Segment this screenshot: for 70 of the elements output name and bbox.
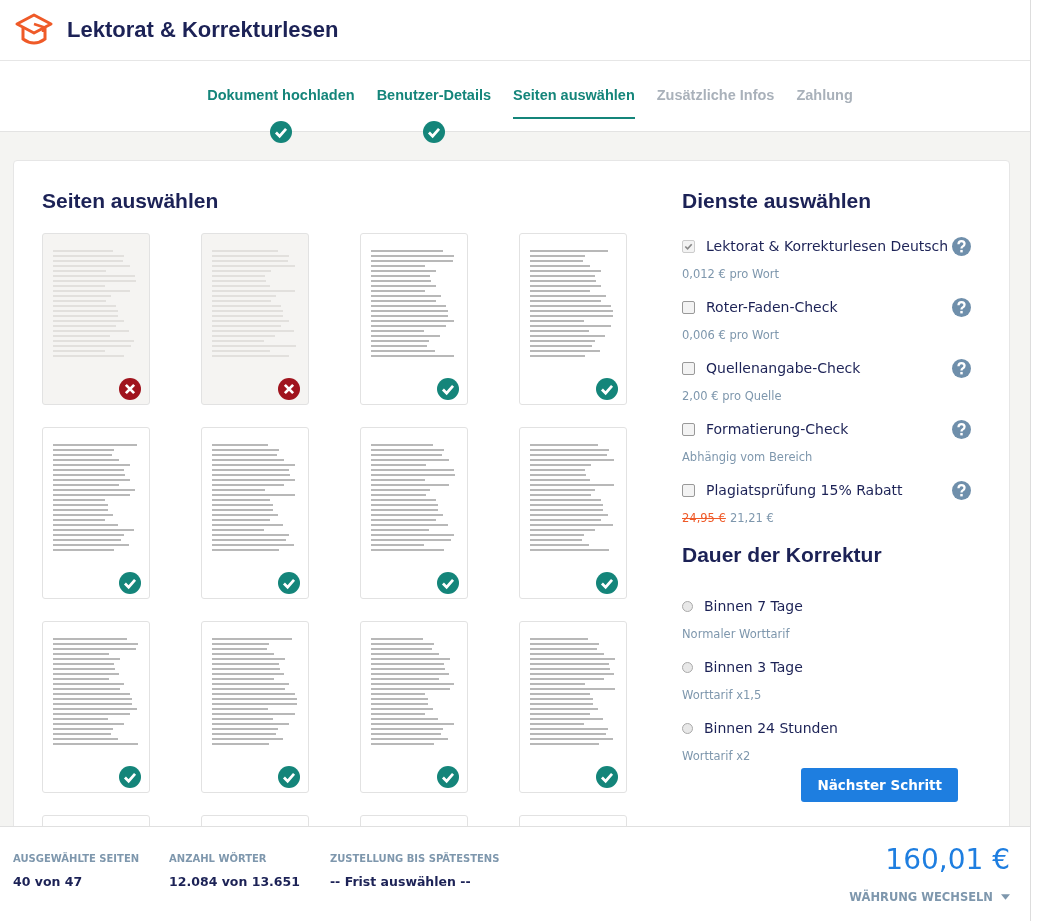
old-price: 24,95 € bbox=[682, 511, 726, 525]
price-text: 0,012 € pro Wort bbox=[682, 267, 779, 281]
stat-label: ANZAHL WÖRTER bbox=[169, 853, 268, 864]
stat-value: -- Frist auswählen -- bbox=[329, 874, 472, 889]
check-circle-icon bbox=[596, 572, 618, 594]
checkbox[interactable] bbox=[682, 483, 695, 497]
x-circle-icon bbox=[278, 378, 300, 400]
page-thumbnail[interactable] bbox=[42, 621, 150, 793]
section-heading: Seiten auswählen bbox=[42, 189, 220, 213]
checkbox[interactable] bbox=[682, 361, 695, 375]
service-label: Lektorat & Korrekturlesen Deutsch bbox=[706, 238, 950, 254]
check-circle-icon bbox=[437, 766, 459, 788]
page-thumbnail[interactable] bbox=[519, 233, 627, 405]
section-heading: Dauer der Korrektur bbox=[682, 543, 883, 567]
check-circle-icon bbox=[596, 378, 618, 400]
stat-value: 12.084 von 13.651 bbox=[169, 874, 300, 889]
price-note: Worttarif x1,5 bbox=[682, 688, 762, 702]
check-circle-icon bbox=[437, 572, 459, 594]
step-tab[interactable]: Seiten auswählen bbox=[513, 61, 635, 119]
stat-value: 40 von 47 bbox=[13, 874, 84, 889]
total-price: 160,01 € bbox=[885, 843, 1010, 876]
page-thumbnail[interactable] bbox=[201, 233, 309, 405]
price-text: 2,00 € pro Quelle bbox=[682, 389, 782, 403]
page-thumbnail[interactable] bbox=[519, 621, 627, 793]
radio-button[interactable] bbox=[682, 661, 693, 673]
caret-icon bbox=[1001, 894, 1010, 900]
service-label: Plagiatsprüfung 15% Rabatt bbox=[706, 482, 904, 498]
price-text: Abhängig vom Bereich bbox=[682, 450, 813, 464]
step-tab[interactable]: Dokument hochladen bbox=[207, 61, 355, 119]
site-title: Lektorat & Korrekturlesen bbox=[67, 17, 339, 43]
help-icon[interactable] bbox=[952, 419, 971, 439]
option-label: Binnen 7 Tage bbox=[704, 598, 804, 614]
check-circle-icon bbox=[596, 766, 618, 788]
currency-dropdown[interactable]: WÄHRUNG WECHSELN bbox=[849, 890, 1010, 904]
page-thumbnail[interactable] bbox=[201, 427, 309, 599]
help-icon[interactable] bbox=[952, 480, 971, 500]
checkbox[interactable] bbox=[682, 422, 695, 436]
check-circle-icon bbox=[119, 572, 141, 594]
check-circle-icon bbox=[119, 766, 141, 788]
help-icon[interactable] bbox=[952, 358, 971, 378]
radio-button[interactable] bbox=[682, 600, 693, 612]
page-thumbnail[interactable] bbox=[201, 621, 309, 793]
page-thumbnail[interactable] bbox=[519, 427, 627, 599]
service-label: Roter-Faden-Check bbox=[706, 299, 839, 315]
service-label: Formatierung-Check bbox=[706, 421, 850, 437]
page-thumbnail[interactable] bbox=[360, 233, 468, 405]
radio-button[interactable] bbox=[682, 722, 693, 734]
check-circle-icon bbox=[278, 766, 300, 788]
next-step-button[interactable]: Nächster Schritt bbox=[801, 768, 958, 802]
page-thumbnail[interactable] bbox=[42, 233, 150, 405]
help-icon[interactable] bbox=[952, 297, 971, 317]
price-text: 0,006 € pro Wort bbox=[682, 328, 779, 342]
price-note: Worttarif x2 bbox=[682, 749, 751, 763]
service-label: Quellenangabe-Check bbox=[706, 360, 862, 376]
page-thumbnail[interactable] bbox=[42, 427, 150, 599]
checkbox[interactable] bbox=[682, 300, 695, 314]
step-tab[interactable]: Benutzer-Details bbox=[376, 61, 492, 119]
page-thumbnail[interactable] bbox=[360, 427, 468, 599]
page-thumbnail[interactable] bbox=[360, 621, 468, 793]
section-heading: Dienste auswählen bbox=[682, 189, 873, 213]
check-circle-icon bbox=[437, 378, 459, 400]
price-text: 21,21 € bbox=[729, 511, 774, 525]
stat-label: AUSGEWÄHLTE SEITEN bbox=[13, 853, 140, 864]
option-label: Binnen 3 Tage bbox=[704, 659, 804, 675]
x-circle-icon bbox=[119, 378, 141, 400]
help-icon[interactable] bbox=[952, 236, 971, 256]
check-circle-icon bbox=[278, 572, 300, 594]
stat-label: ZUSTELLUNG BIS SPÄTESTENS bbox=[329, 853, 500, 864]
option-label: Binnen 24 Stunden bbox=[704, 720, 839, 736]
price-note: Normaler Worttarif bbox=[682, 627, 790, 641]
